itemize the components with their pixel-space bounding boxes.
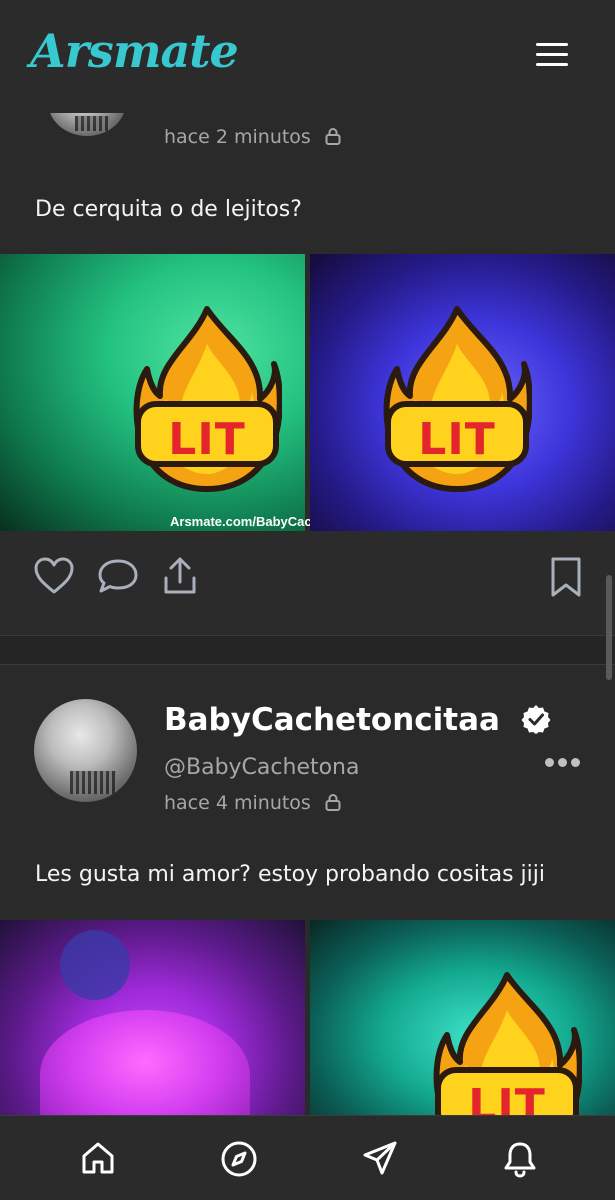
scrollbar[interactable] xyxy=(606,575,612,680)
avatar[interactable] xyxy=(34,699,137,802)
top-bar: Arsmate xyxy=(0,0,615,113)
notifications-icon[interactable] xyxy=(502,1140,538,1178)
lit-sticker-icon xyxy=(133,306,282,492)
hamburger-menu-icon[interactable] xyxy=(533,40,571,70)
post-text: Les gusta mi amor? estoy probando cosita… xyxy=(35,862,545,887)
feed: hace 2 minutos De cerquita o de lejitos?… xyxy=(0,0,615,1200)
post-image[interactable]: LIT xyxy=(0,254,305,531)
app-logo[interactable]: Arsmate xyxy=(30,24,239,78)
post-timestamp: hace 4 minutos xyxy=(164,792,341,814)
home-icon[interactable] xyxy=(80,1140,116,1176)
photo-shape xyxy=(40,1010,250,1115)
lock-icon xyxy=(325,128,341,145)
verified-badge-icon xyxy=(521,705,551,734)
lit-sticker-label: LIT xyxy=(168,414,246,465)
post-image[interactable]: LIT xyxy=(310,920,615,1115)
post-timestamp: hace 2 minutos xyxy=(164,126,341,148)
post-image[interactable]: LIT xyxy=(310,254,615,531)
username[interactable]: BabyCachetoncitaa xyxy=(164,702,551,738)
lit-sticker-label: LIT xyxy=(468,1080,546,1115)
post-text: De cerquita o de lejitos? xyxy=(35,197,302,222)
comment-icon[interactable] xyxy=(96,556,140,596)
lit-sticker-label: LIT xyxy=(418,414,496,465)
post-time-text: hace 2 minutos xyxy=(164,126,311,148)
heart-icon[interactable] xyxy=(33,556,75,596)
more-options-button[interactable] xyxy=(545,755,581,769)
post-actions xyxy=(0,531,615,635)
username-text: BabyCachetoncitaa xyxy=(164,702,500,738)
post-divider xyxy=(0,635,615,665)
lock-icon xyxy=(325,794,341,811)
share-icon[interactable] xyxy=(162,556,198,596)
post-image[interactable] xyxy=(0,920,305,1115)
bookmark-icon[interactable] xyxy=(548,556,584,598)
photo-shape xyxy=(60,930,130,1000)
lit-sticker-icon xyxy=(383,306,532,492)
bottom-nav xyxy=(0,1115,615,1200)
explore-icon[interactable] xyxy=(220,1140,258,1178)
messages-icon[interactable] xyxy=(362,1140,398,1176)
watermark-text: Arsmate.com/BabyCache xyxy=(170,514,327,529)
user-handle[interactable]: @BabyCachetona xyxy=(164,755,360,780)
post-time-text: hace 4 minutos xyxy=(164,792,311,814)
